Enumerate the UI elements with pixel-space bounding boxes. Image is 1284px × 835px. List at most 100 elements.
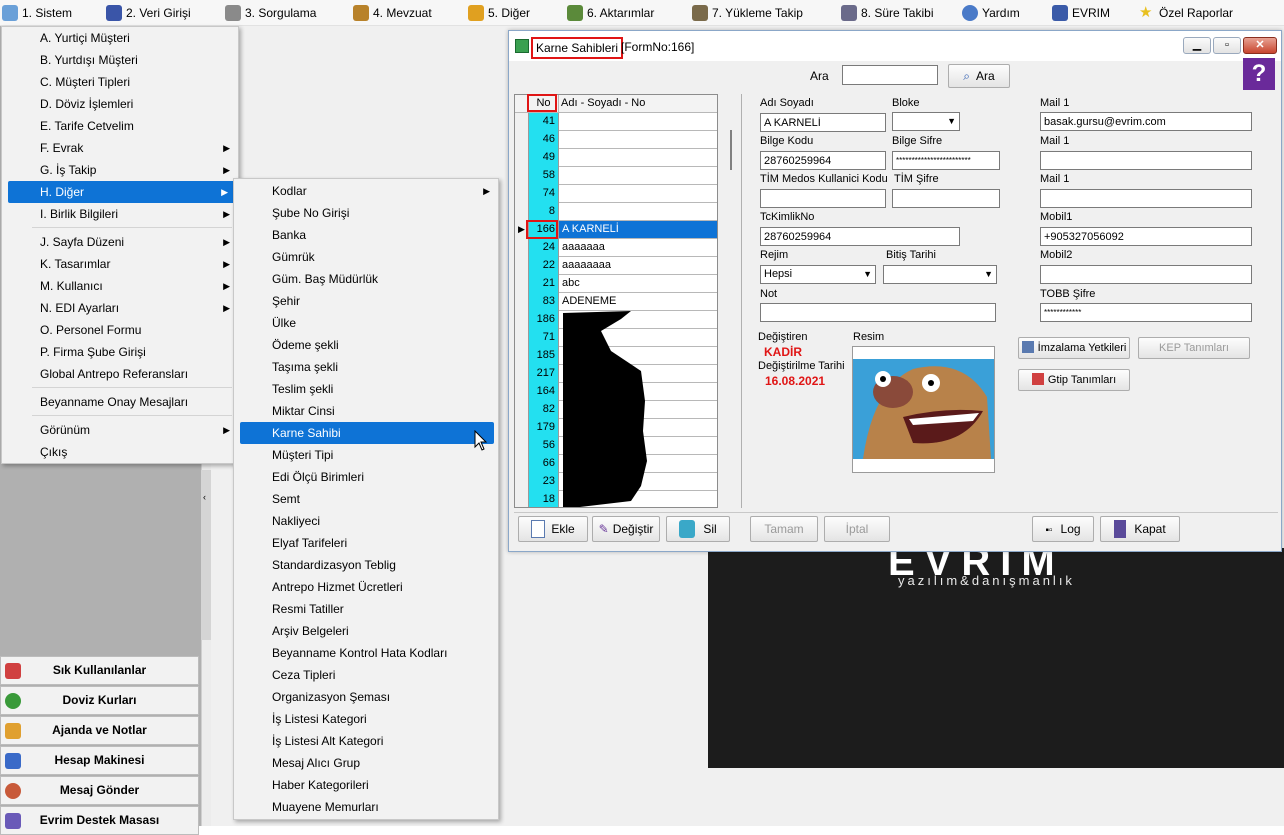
left-btn-favorites[interactable]: Sık Kullanılanlar (0, 656, 199, 685)
submenu-item-teslim-sekli[interactable]: Teslim şekli (234, 378, 498, 400)
menu-item-yurtdisi-musteri[interactable]: B. Yurtdışı Müşteri (2, 49, 238, 71)
mail1-input[interactable] (1040, 112, 1252, 131)
menu-item-birlik-bilgileri[interactable]: I. Birlik Bilgileri ▶ (2, 203, 238, 225)
left-btn-message[interactable]: Mesaj Gönder (0, 776, 199, 805)
rejim-select[interactable]: Hepsi ▼ (760, 265, 876, 284)
table-row[interactable]: 58 (515, 167, 717, 185)
menu-item-is-takip[interactable]: G. İş Takip ▶ (2, 159, 238, 181)
left-btn-notes[interactable]: Ajanda ve Notlar (0, 716, 199, 745)
tamam-button[interactable]: Tamam (750, 516, 818, 542)
menu-item-yurtici-musteri[interactable]: A. Yurtiçi Müşteri (2, 27, 238, 49)
degistir-button[interactable]: ✎ Değiştir (592, 516, 660, 542)
mobil2-input[interactable] (1040, 265, 1252, 284)
ekle-button[interactable]: Ekle (518, 516, 588, 542)
search-input[interactable] (842, 65, 938, 85)
submenu-item-musteri-tipi[interactable]: Müşteri Tipi (234, 444, 498, 466)
sil-button[interactable]: Sil (666, 516, 730, 542)
kep-button[interactable]: KEP Tanımları (1138, 337, 1250, 359)
menu-yardim[interactable]: Yardım (962, 4, 1020, 22)
submenu-item-organizasyon[interactable]: Organizasyon Şeması (234, 686, 498, 708)
grid-scrollbar[interactable] (718, 94, 740, 508)
menu-item-firma-sube-girisi[interactable]: P. Firma Şube Girişi (2, 341, 238, 363)
menu-item-gorunum[interactable]: Görünüm ▶ (2, 419, 238, 441)
submenu-item-haber-kategorileri[interactable]: Haber Kategorileri (234, 774, 498, 796)
table-row[interactable]: 46 (515, 131, 717, 149)
menu-item-global-antrepo[interactable]: Global Antrepo Referansları (2, 363, 238, 385)
submenu-item-miktar-cinsi[interactable]: Miktar Cinsi (234, 400, 498, 422)
submenu-item-gumruk[interactable]: Gümrük (234, 246, 498, 268)
menu-item-doviz-islemleri[interactable]: D. Döviz İşlemleri (2, 93, 238, 115)
submenu-item-ceza-tipleri[interactable]: Ceza Tipleri (234, 664, 498, 686)
menu-item-sayfa-duzeni[interactable]: J. Sayfa Düzeni ▶ (2, 231, 238, 253)
menu-sistem[interactable]: 1. Sistem (2, 4, 72, 22)
minimize-button[interactable]: ▁ (1183, 37, 1211, 54)
submenu-item-muayene-memurlari[interactable]: Muayene Memurları (234, 796, 498, 818)
table-row[interactable]: 21 abc (515, 275, 717, 293)
menu-veri-girisi[interactable]: 2. Veri Girişi (106, 4, 191, 22)
table-row[interactable]: 83 ADENEME (515, 293, 717, 311)
tim-kodu-input[interactable] (760, 189, 886, 208)
submenu-item-sube-no[interactable]: Şube No Girişi (234, 202, 498, 224)
menu-item-beyanname-onay[interactable]: Beyanname Onay Mesajları (2, 391, 238, 413)
submenu-item-edi-olcu[interactable]: Edi Ölçü Birimleri (234, 466, 498, 488)
table-row[interactable]: 8 (515, 203, 717, 221)
menu-evrim[interactable]: EVRIM (1052, 4, 1110, 22)
tobb-input[interactable] (1040, 303, 1252, 322)
table-row[interactable]: 74 (515, 185, 717, 203)
table-row[interactable]: 41 (515, 113, 717, 131)
menu-sorgulama[interactable]: 3. Sorgulama (225, 4, 316, 22)
search-button[interactable]: ⌕ Ara (948, 64, 1010, 88)
gtip-button[interactable]: Gtip Tanımları (1018, 369, 1130, 391)
menu-diger[interactable]: 5. Diğer (468, 4, 530, 22)
submenu-item-karne-sahibi[interactable]: Karne Sahibi (240, 422, 494, 444)
bilge-sifre-input[interactable] (892, 151, 1000, 170)
menu-item-diger[interactable]: H. Diğer ▶ (8, 181, 236, 203)
menu-ozel-raporlar[interactable]: ★ Özel Raporlar (1139, 4, 1233, 22)
menu-item-personel-formu[interactable]: O. Personel Formu (2, 319, 238, 341)
maximize-button[interactable]: ▫ (1213, 37, 1241, 54)
left-btn-support[interactable]: Evrim Destek Masası (0, 806, 199, 835)
iptal-button[interactable]: İptal (824, 516, 890, 542)
tckimlik-input[interactable] (760, 227, 960, 246)
table-row[interactable]: 24 aaaaaaa (515, 239, 717, 257)
submenu-item-is-listesi-alt[interactable]: İş Listesi Alt Kategori (234, 730, 498, 752)
submenu-item-odeme-sekli[interactable]: Ödeme şekli (234, 334, 498, 356)
submenu-item-is-listesi-kategori[interactable]: İş Listesi Kategori (234, 708, 498, 730)
left-btn-currency[interactable]: Doviz Kurları (0, 686, 199, 715)
close-button[interactable]: ✕ (1243, 37, 1277, 54)
menu-item-edi-ayarlari[interactable]: N. EDI Ayarları ▶ (2, 297, 238, 319)
submenu-item-ulke[interactable]: Ülke (234, 312, 498, 334)
mail2-input[interactable] (1040, 151, 1252, 170)
table-row[interactable]: 22 aaaaaaaa (515, 257, 717, 275)
submenu-item-beyanname-kontrol[interactable]: Beyanname Kontrol Hata Kodları (234, 642, 498, 664)
kapat-button[interactable]: Kapat (1100, 516, 1180, 542)
menu-yukleme-takip[interactable]: 7. Yükleme Takip (692, 4, 803, 22)
submenu-item-elyaf-tarifeleri[interactable]: Elyaf Tarifeleri (234, 532, 498, 554)
menu-item-tasarimlar[interactable]: K. Tasarımlar ▶ (2, 253, 238, 275)
menu-item-musteri-tipleri[interactable]: C. Müşteri Tipleri (2, 71, 238, 93)
submenu-item-gum-bas-mudurluk[interactable]: Güm. Baş Müdürlük (234, 268, 498, 290)
adi-soyadi-input[interactable] (760, 113, 886, 132)
menu-item-cikis[interactable]: Çıkış (2, 441, 238, 463)
bloke-select[interactable]: ▼ (892, 112, 960, 131)
submenu-item-kodlar[interactable]: Kodlar ▶ (234, 180, 498, 202)
bilge-kodu-input[interactable] (760, 151, 886, 170)
menu-sure-takibi[interactable]: 8. Süre Takibi (841, 4, 934, 22)
col-header-name[interactable]: Adı - Soyadı - No (561, 95, 645, 112)
mobil1-input[interactable] (1040, 227, 1252, 246)
not-input[interactable] (760, 303, 996, 322)
submenu-item-resmi-tatiller[interactable]: Resmi Tatiller (234, 598, 498, 620)
help-button[interactable]: ? (1243, 58, 1275, 90)
submenu-item-antrepo-hizmet[interactable]: Antrepo Hizmet Ücretleri (234, 576, 498, 598)
submenu-item-nakliyeci[interactable]: Nakliyeci (234, 510, 498, 532)
table-row[interactable]: 49 (515, 149, 717, 167)
collapse-arrow-icon[interactable]: ‹ (203, 492, 206, 502)
menu-item-tarife-cetvelim[interactable]: E. Tarife Cetvelim (2, 115, 238, 137)
mail3-input[interactable] (1040, 189, 1252, 208)
submenu-item-semt[interactable]: Semt (234, 488, 498, 510)
bitis-select[interactable]: ▼ (883, 265, 997, 284)
submenu-item-standardizasyon[interactable]: Standardizasyon Teblig (234, 554, 498, 576)
menu-mevzuat[interactable]: 4. Mevzuat (353, 4, 432, 22)
menu-item-evrak[interactable]: F. Evrak ▶ (2, 137, 238, 159)
menu-item-kullanici[interactable]: M. Kullanıcı ▶ (2, 275, 238, 297)
